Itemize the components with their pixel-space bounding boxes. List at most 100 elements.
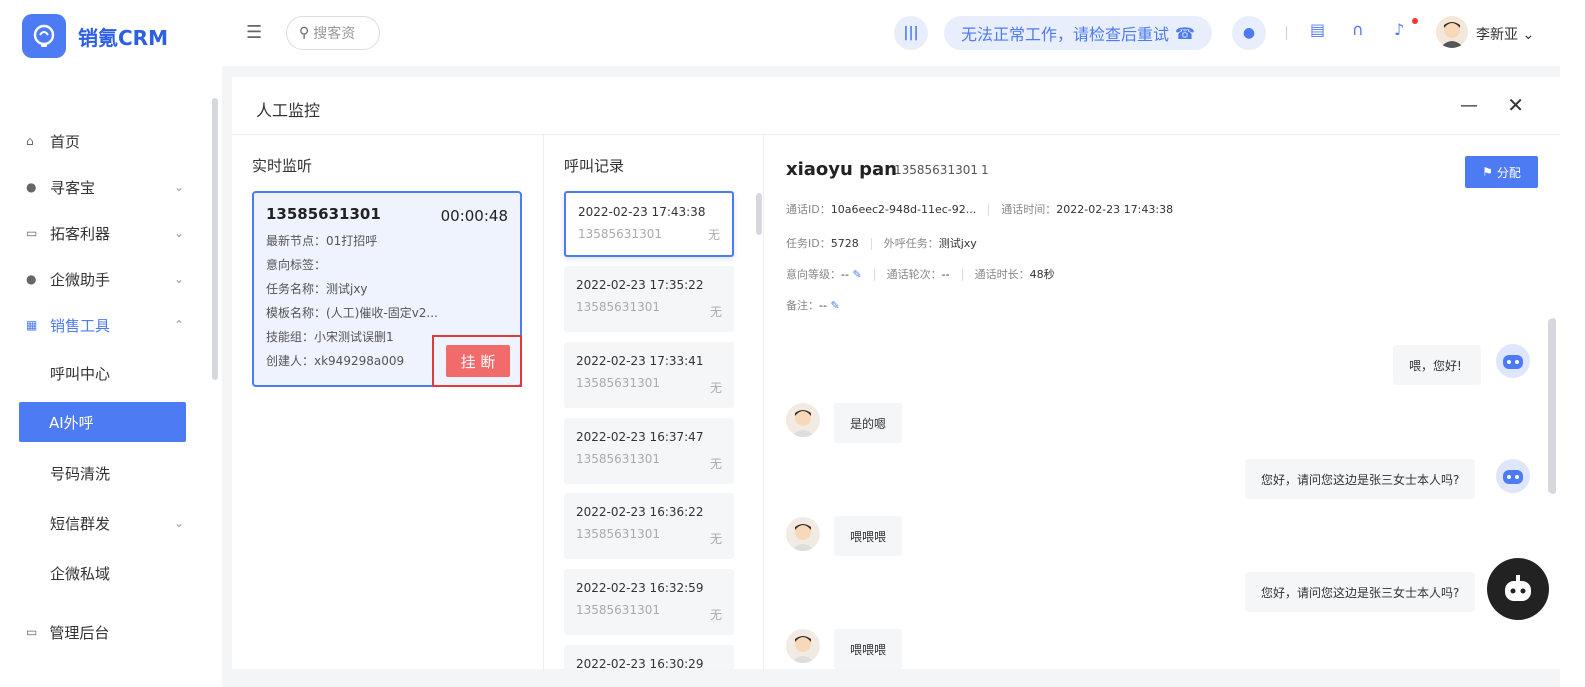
hangup-button[interactable]: 挂 断 (446, 345, 510, 377)
headset-icon[interactable]: ∩ (1352, 20, 1364, 39)
search-placeholder: 搜客资 (313, 26, 356, 42)
sidebar-nav: ⌂ 首页 ● 寻客宝 ⌄ ▭ 拓客利器 ⌄ ● 企微助手 ⌄ ▦ 销售工具 ⌃ … (0, 118, 212, 598)
call-record-item[interactable]: 2022-02-23 17:35:22 13585631301 无 (564, 266, 734, 332)
sidebar-subitem-number-clean[interactable]: 号码清洗 (0, 448, 212, 498)
rounds-label: 通话轮次： (886, 268, 942, 281)
call-record-item[interactable]: 2022-02-23 16:36:22 13585631301 无 (564, 493, 734, 559)
minimize-icon[interactable]: — (1460, 95, 1478, 116)
task-id-label: 任务ID： (786, 237, 831, 250)
message-text: 喂喂喂 (850, 642, 887, 657)
record-status: 无 (707, 228, 720, 242)
call-detail-column: xiaoyu pan 13585631301 1 ⚑ 分配 通话ID：10a6e… (764, 135, 1560, 669)
intent-label: 意向等级： (786, 268, 841, 281)
sidebar-item-label: 首页 (50, 132, 81, 151)
robot-avatar-icon (1496, 344, 1530, 378)
call-record-item[interactable]: 2022-02-23 16:32:59 13585631301 无 (564, 569, 734, 635)
hangup-highlight: 挂 断 (432, 335, 522, 387)
topbar-divider (1286, 26, 1287, 40)
sidebar-item-home[interactable]: ⌂ 首页 (0, 118, 212, 164)
record-datetime: 2022-02-23 16:32:59 (576, 581, 704, 595)
record-datetime: 2022-02-23 17:35:22 (576, 278, 704, 292)
live-call-template: 模板名称：(人工)催收-固定v2... (266, 306, 438, 320)
record-datetime: 2022-02-23 16:30:29 (576, 657, 704, 669)
compass-icon: ● (26, 180, 37, 194)
outbound-task: 测试jxy (938, 237, 977, 250)
sidebar-subitem-label: 呼叫中心 (50, 364, 111, 383)
chevron-down-icon: ⌄ (1522, 27, 1535, 43)
user-avatar (786, 517, 820, 551)
sidebar-scrollbar[interactable] (212, 98, 218, 380)
edit-intent-icon[interactable]: ✎ (852, 268, 861, 281)
record-status: 无 (709, 381, 722, 395)
sidebar-item-label: 拓客利器 (50, 224, 111, 243)
message-text: 您好，请问您这边是张三女士本人吗? (1261, 585, 1460, 600)
sidebar-subitem-call-center[interactable]: 呼叫中心 (0, 348, 212, 398)
message-text: 喂喂喂 (850, 529, 887, 544)
duration-value: 48秒 (1029, 268, 1055, 281)
chevron-up-icon: ⌃ (173, 318, 184, 332)
assign-button[interactable]: ⚑ 分配 (1465, 156, 1538, 188)
voice-wave-icon[interactable]: ||| (894, 16, 928, 50)
sidebar-item-admin[interactable]: ▭ 管理后台 (0, 612, 222, 652)
call-record-item[interactable]: 2022-02-23 17:33:41 13585631301 无 (564, 342, 734, 408)
record-datetime: 2022-02-23 16:37:47 (576, 430, 704, 444)
chevron-down-icon: ⌄ (173, 226, 184, 240)
home-icon: ⌂ (26, 134, 34, 148)
note-icon[interactable]: ▤ (1310, 20, 1325, 39)
panel-header: 人工监控 — ✕ (232, 77, 1560, 135)
bell-icon[interactable]: ♪ (1394, 20, 1404, 39)
live-call-card[interactable]: 13585631301 00:00:48 最新节点：01打招呼 意向标签： 任务… (252, 191, 522, 387)
message-text: 喂，您好! (1409, 358, 1462, 373)
record-phone: 13585631301 (576, 527, 660, 541)
sidebar-subitem-ai-outbound[interactable]: AI外呼 (19, 402, 186, 442)
record-datetime: 2022-02-23 17:43:38 (578, 205, 706, 219)
search-icon: ⚲ (299, 25, 310, 41)
chat-icon: ● (26, 272, 37, 286)
assistant-bot-button[interactable] (1487, 558, 1549, 620)
bot-message: 您好，请问您这边是张三女士本人吗? (1245, 459, 1476, 499)
sidebar-subitem-private-domain[interactable]: 企微私域 (0, 548, 212, 598)
record-status: 无 (709, 305, 722, 319)
intent-value: -- (841, 268, 849, 281)
sidebar-item-xunkebao[interactable]: ● 寻客宝 ⌄ (0, 164, 212, 210)
avatar[interactable] (1436, 16, 1468, 48)
agent-status-icon[interactable]: ● (1232, 16, 1266, 50)
user-name[interactable]: 李新亚 ⌄ (1476, 24, 1534, 44)
bot-message: 喂，您好! (1393, 345, 1481, 385)
call-record-item[interactable]: 2022-02-23 16:30:29 (564, 645, 734, 669)
sidebar-item-sales-tools[interactable]: ▦ 销售工具 ⌃ (0, 302, 212, 348)
chevron-down-icon: ⌄ (173, 272, 184, 286)
sidebar-subitem-sms[interactable]: 短信群发 ⌄ (0, 498, 212, 548)
call-record-item[interactable]: 2022-02-23 17:43:38 13585631301 无 (564, 191, 734, 257)
close-icon[interactable]: ✕ (1507, 93, 1524, 117)
call-id-label: 通话ID： (786, 203, 831, 216)
app-logo[interactable]: 销氪CRM (22, 14, 168, 58)
page-scrollbar[interactable] (1550, 318, 1556, 494)
bot-message: 您好，请问您这边是张三女士本人吗? (1245, 572, 1476, 612)
record-phone: 13585631301 (576, 300, 660, 314)
call-record-item[interactable]: 2022-02-23 16:37:47 13585631301 无 (564, 418, 734, 484)
call-time-label: 通话时间： (1001, 203, 1057, 216)
sidebar-item-tuoke[interactable]: ▭ 拓客利器 ⌄ (0, 210, 212, 256)
sidebar-subitem-label: 企微私域 (50, 564, 111, 583)
live-call-duration: 00:00:48 (440, 207, 508, 225)
user-name-text: 李新亚 (1476, 27, 1518, 43)
message-text: 是的嗯 (850, 416, 887, 431)
user-message: 喂喂喂 (834, 516, 903, 556)
call-meta-row-2: 任务ID：5728 外呼任务：测试jxy (786, 235, 977, 251)
call-status-button[interactable]: 无法正常工作，请检查后重试 ☎ (944, 16, 1212, 50)
customer-phone: 13585631301 (894, 163, 978, 177)
sidebar-item-qiwei[interactable]: ● 企微助手 ⌄ (0, 256, 212, 302)
edit-note-icon[interactable]: ✎ (830, 299, 839, 312)
live-call-task-name: 任务名称：测试jxy (266, 282, 368, 296)
customer-call-count: 1 (981, 163, 989, 177)
record-datetime: 2022-02-23 16:36:22 (576, 505, 704, 519)
call-meta-row-1: 通话ID：10a6eec2-948d-11ec-92... 通话时间：2022-0… (786, 201, 1173, 217)
search-input[interactable]: ⚲ 搜客资 (286, 16, 380, 50)
call-meta-row-3: 意向等级：-- ✎ 通话轮次：-- 通话时长：48秒 (786, 266, 1055, 282)
records-scrollbar[interactable] (756, 193, 762, 235)
menu-collapse-icon[interactable]: ☰ (246, 22, 262, 43)
note-label: 备注： (786, 299, 819, 312)
monitor-panel: 人工监控 — ✕ 实时监听 13585631301 00:00:48 最新节点：… (232, 77, 1560, 669)
sidebar-item-label: 寻客宝 (50, 178, 96, 197)
